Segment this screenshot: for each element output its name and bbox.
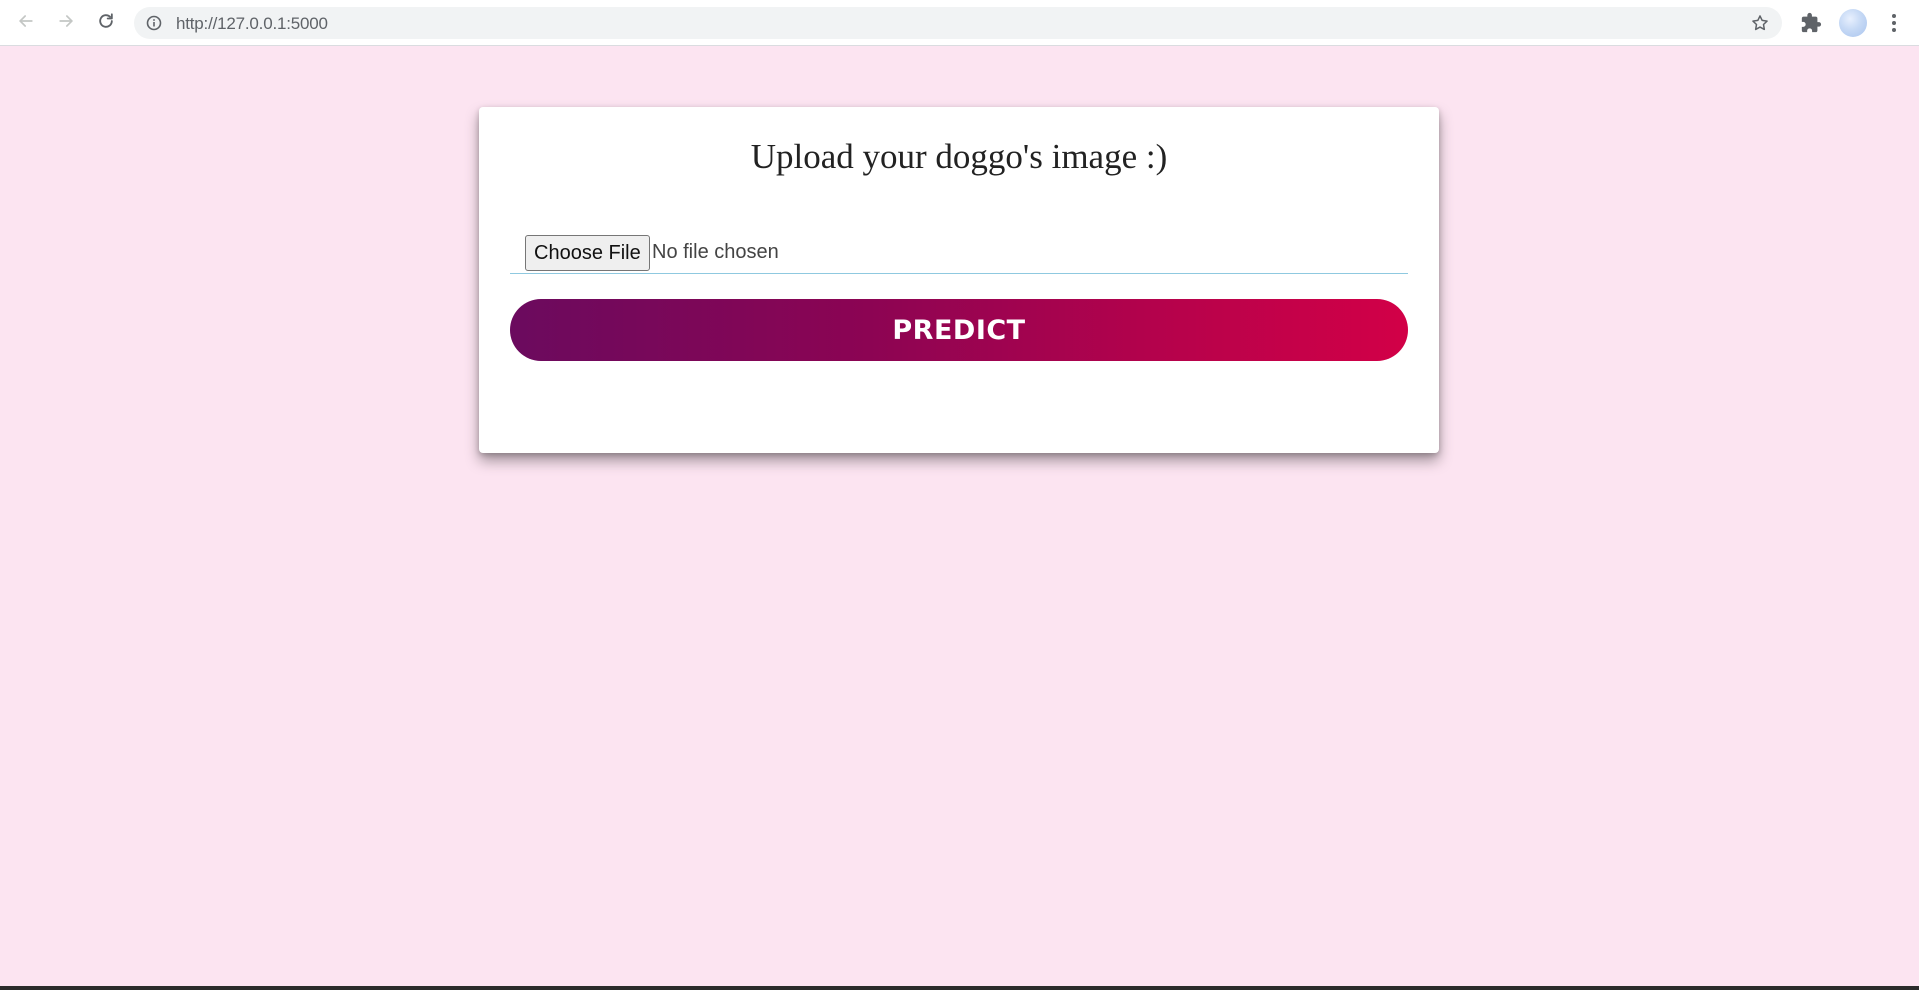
reload-button[interactable] [92,9,120,37]
choose-file-button[interactable]: Choose File [525,235,650,271]
page-title: Upload your doggo's image :) [750,137,1168,176]
reload-icon [96,11,116,36]
upload-card: Upload your doggo's image :) Choose File… [479,107,1439,453]
forward-arrow-icon [56,11,76,36]
info-icon[interactable] [146,15,162,31]
avatar[interactable] [1839,9,1867,37]
url-text[interactable]: http://127.0.0.1:5000 [176,14,328,34]
kebab-menu-icon[interactable] [1882,11,1906,35]
address-bar[interactable]: http://127.0.0.1:5000 [134,7,1782,39]
star-icon[interactable] [1750,13,1770,33]
taskbar-edge [0,986,1919,990]
predict-button-label: PREDICT [892,314,1026,346]
browser-toolbar: http://127.0.0.1:5000 [0,0,1919,46]
puzzle-icon[interactable] [1800,12,1822,34]
file-input[interactable]: Choose File No file chosen [510,227,1408,274]
back-arrow-icon [16,11,36,36]
forward-button[interactable] [52,9,80,37]
predict-button[interactable]: PREDICT [510,299,1408,361]
file-status-text: No file chosen [652,241,779,263]
back-button[interactable] [12,9,40,37]
